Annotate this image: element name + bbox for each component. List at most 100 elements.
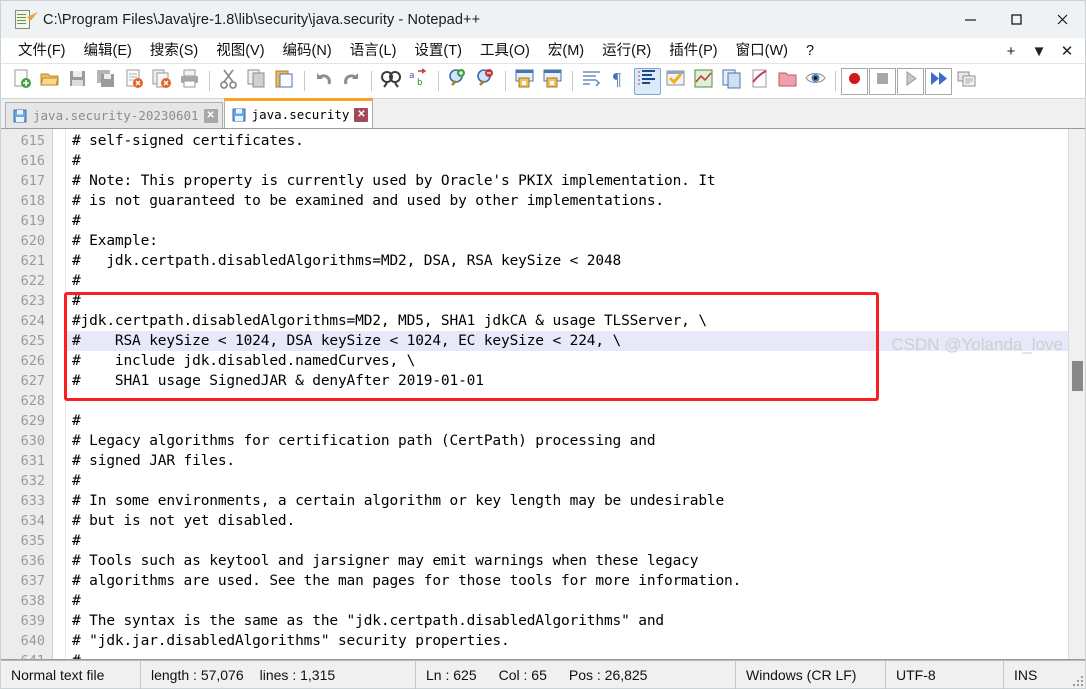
toolbar-monitoring-icon[interactable] [802,68,829,95]
code-line[interactable]: # [66,531,1068,551]
code-line[interactable]: # [66,151,1068,171]
code-line[interactable]: # Legacy algorithms for certification pa… [66,431,1068,451]
menu-item-n[interactable]: 编码(N) [274,41,341,61]
status-encoding[interactable]: UTF-8 [886,660,1004,689]
code-line[interactable]: # "jdk.jar.disabledAlgorithms" security … [66,631,1068,651]
menu-item-t[interactable]: 设置(T) [405,41,471,61]
code-line[interactable]: # [66,271,1068,291]
toolbar-record-macro-icon[interactable] [841,67,868,95]
minimize-button[interactable] [947,1,993,38]
toolbar-paste-icon[interactable] [271,68,298,95]
menu-item-l[interactable]: 语言(L) [341,41,406,61]
toolbar-show-indent-guide-icon[interactable] [634,67,661,95]
code-text-area[interactable]: # self-signed certificates. # # Note: This… [66,129,1068,659]
code-line[interactable]: #jdk.certpath.disabledAlgorithms=MD2, MD… [66,311,1068,331]
code-line[interactable]: # self-signed certificates. [66,131,1068,151]
toolbar-user-defined-language-icon[interactable] [662,68,689,95]
toolbar-save-all-icon[interactable] [92,68,119,95]
resize-grip[interactable] [1071,674,1083,686]
code-line[interactable]: # algorithms are used. See the man pages… [66,571,1068,591]
word-wrap-icon [581,68,602,94]
line-number: 620 [20,233,45,249]
toolbar-show-all-characters-icon[interactable]: ¶ [606,68,633,95]
code-line[interactable]: # RSA keySize < 1024, DSA keySize < 1024… [66,331,1068,351]
maximize-button[interactable] [993,1,1039,38]
code-line[interactable]: # is not guaranteed to be examined and u… [66,191,1068,211]
code-line[interactable]: # jdk.certpath.disabledAlgorithms=MD2, D… [66,251,1068,271]
chevron-down-icon[interactable]: ▼ [1025,43,1053,60]
menu-item-m[interactable]: 宏(M) [539,41,593,61]
toolbar-undo-icon[interactable] [310,68,337,95]
code-line[interactable]: # [66,211,1068,231]
menu-item-p[interactable]: 插件(P) [660,41,726,61]
close-document-icon[interactable]: ✕ [1053,42,1081,60]
tab-close-icon[interactable]: ✕ [203,108,218,123]
toolbar-word-wrap-icon[interactable] [578,68,605,95]
code-line[interactable]: # The syntax is the same as the "jdk.cer… [66,611,1068,631]
tab-inactive-0[interactable]: java.security-20230601 ✕ [5,102,223,128]
menu-item-w[interactable]: 窗口(W) [727,41,797,61]
status-col: Col : 65 [498,666,547,683]
close-button[interactable] [1039,1,1085,38]
tab-bar: java.security-20230601 ✕ java.security ✕ [1,98,1085,129]
menu-item-e[interactable]: 编辑(E) [75,41,141,61]
code-line[interactable]: # but is not yet disabled. [66,511,1068,531]
toolbar-play-macro-icon[interactable] [897,67,924,95]
menu-item-o[interactable]: 工具(O) [471,41,539,61]
toolbar-copy-icon[interactable] [243,68,270,95]
toolbar-zoom-in-icon[interactable] [444,68,471,95]
tab-active-1[interactable]: java.security ✕ [223,98,374,128]
toolbar-cut-icon[interactable] [215,68,242,95]
code-line[interactable]: # [66,291,1068,311]
toolbar-folder-as-workspace-icon[interactable] [774,68,801,95]
menu-item-s[interactable]: 搜索(S) [141,41,207,61]
code-line[interactable] [66,391,1068,411]
toolbar-show-document-list-icon[interactable] [746,68,773,95]
menu-item-f[interactable]: 文件(F) [9,41,75,61]
toolbar-zoom-out-icon[interactable] [472,68,499,95]
toolbar-sync-vertical-scroll-icon[interactable] [511,68,538,95]
status-eol-format[interactable]: Windows (CR LF) [736,660,886,689]
toolbar-function-list-icon[interactable] [718,68,745,95]
code-line[interactable]: # [66,591,1068,611]
code-line[interactable]: # SHA1 usage SignedJAR & denyAfter 2019-… [66,371,1068,391]
code-line[interactable]: # signed JAR files. [66,451,1068,471]
toolbar-close-all-icon[interactable] [148,68,175,95]
code-line[interactable]: # [66,411,1068,431]
tab-close-icon[interactable]: ✕ [354,107,369,122]
status-insert-mode[interactable]: INS [1004,661,1074,689]
toolbar-redo-icon[interactable] [338,68,365,95]
toolbar-find-icon[interactable] [377,68,404,95]
menu-item-r[interactable]: 运行(R) [593,41,660,61]
toolbar-save-macro-icon[interactable] [953,68,980,95]
vertical-scrollbar[interactable] [1068,129,1085,659]
zoom-out-icon [475,68,496,94]
toolbar-stop-recording-icon[interactable] [869,67,896,95]
code-line[interactable]: # Note: This property is currently used … [66,171,1068,191]
menu-item-v[interactable]: 视图(V) [207,41,273,61]
fold-margin[interactable] [53,129,66,659]
toolbar-print-icon[interactable] [176,68,203,95]
vertical-scrollbar-thumb[interactable] [1072,361,1083,391]
code-line[interactable]: # Example: [66,231,1068,251]
code-line[interactable]: # [66,651,1068,659]
code-line[interactable]: # include jdk.disabled.namedCurves, \ [66,351,1068,371]
code-line[interactable]: # [66,471,1068,491]
toolbar-separator [572,71,573,91]
toolbar-document-map-icon[interactable] [690,68,717,95]
toolbar-save-icon[interactable] [64,68,91,95]
line-number: 627 [20,373,45,389]
tab-label: java.security-20230601 [33,108,199,123]
code-line[interactable]: # In some environments, a certain algori… [66,491,1068,511]
toolbar-close-file-icon[interactable] [120,68,147,95]
menu-item-help[interactable]: ? [797,41,823,61]
new-tab-plus-icon[interactable]: + [997,43,1025,60]
toolbar-run-macro-multiple-icon[interactable] [925,67,952,95]
line-number: 624 [20,313,45,329]
toolbar-replace-icon[interactable]: ab [405,68,432,95]
close-file-icon [123,68,144,94]
toolbar-sync-horizontal-scroll-icon[interactable] [539,68,566,95]
toolbar-open-file-icon[interactable] [36,68,63,95]
toolbar-new-file-icon[interactable] [8,68,35,95]
code-line[interactable]: # Tools such as keytool and jarsigner ma… [66,551,1068,571]
